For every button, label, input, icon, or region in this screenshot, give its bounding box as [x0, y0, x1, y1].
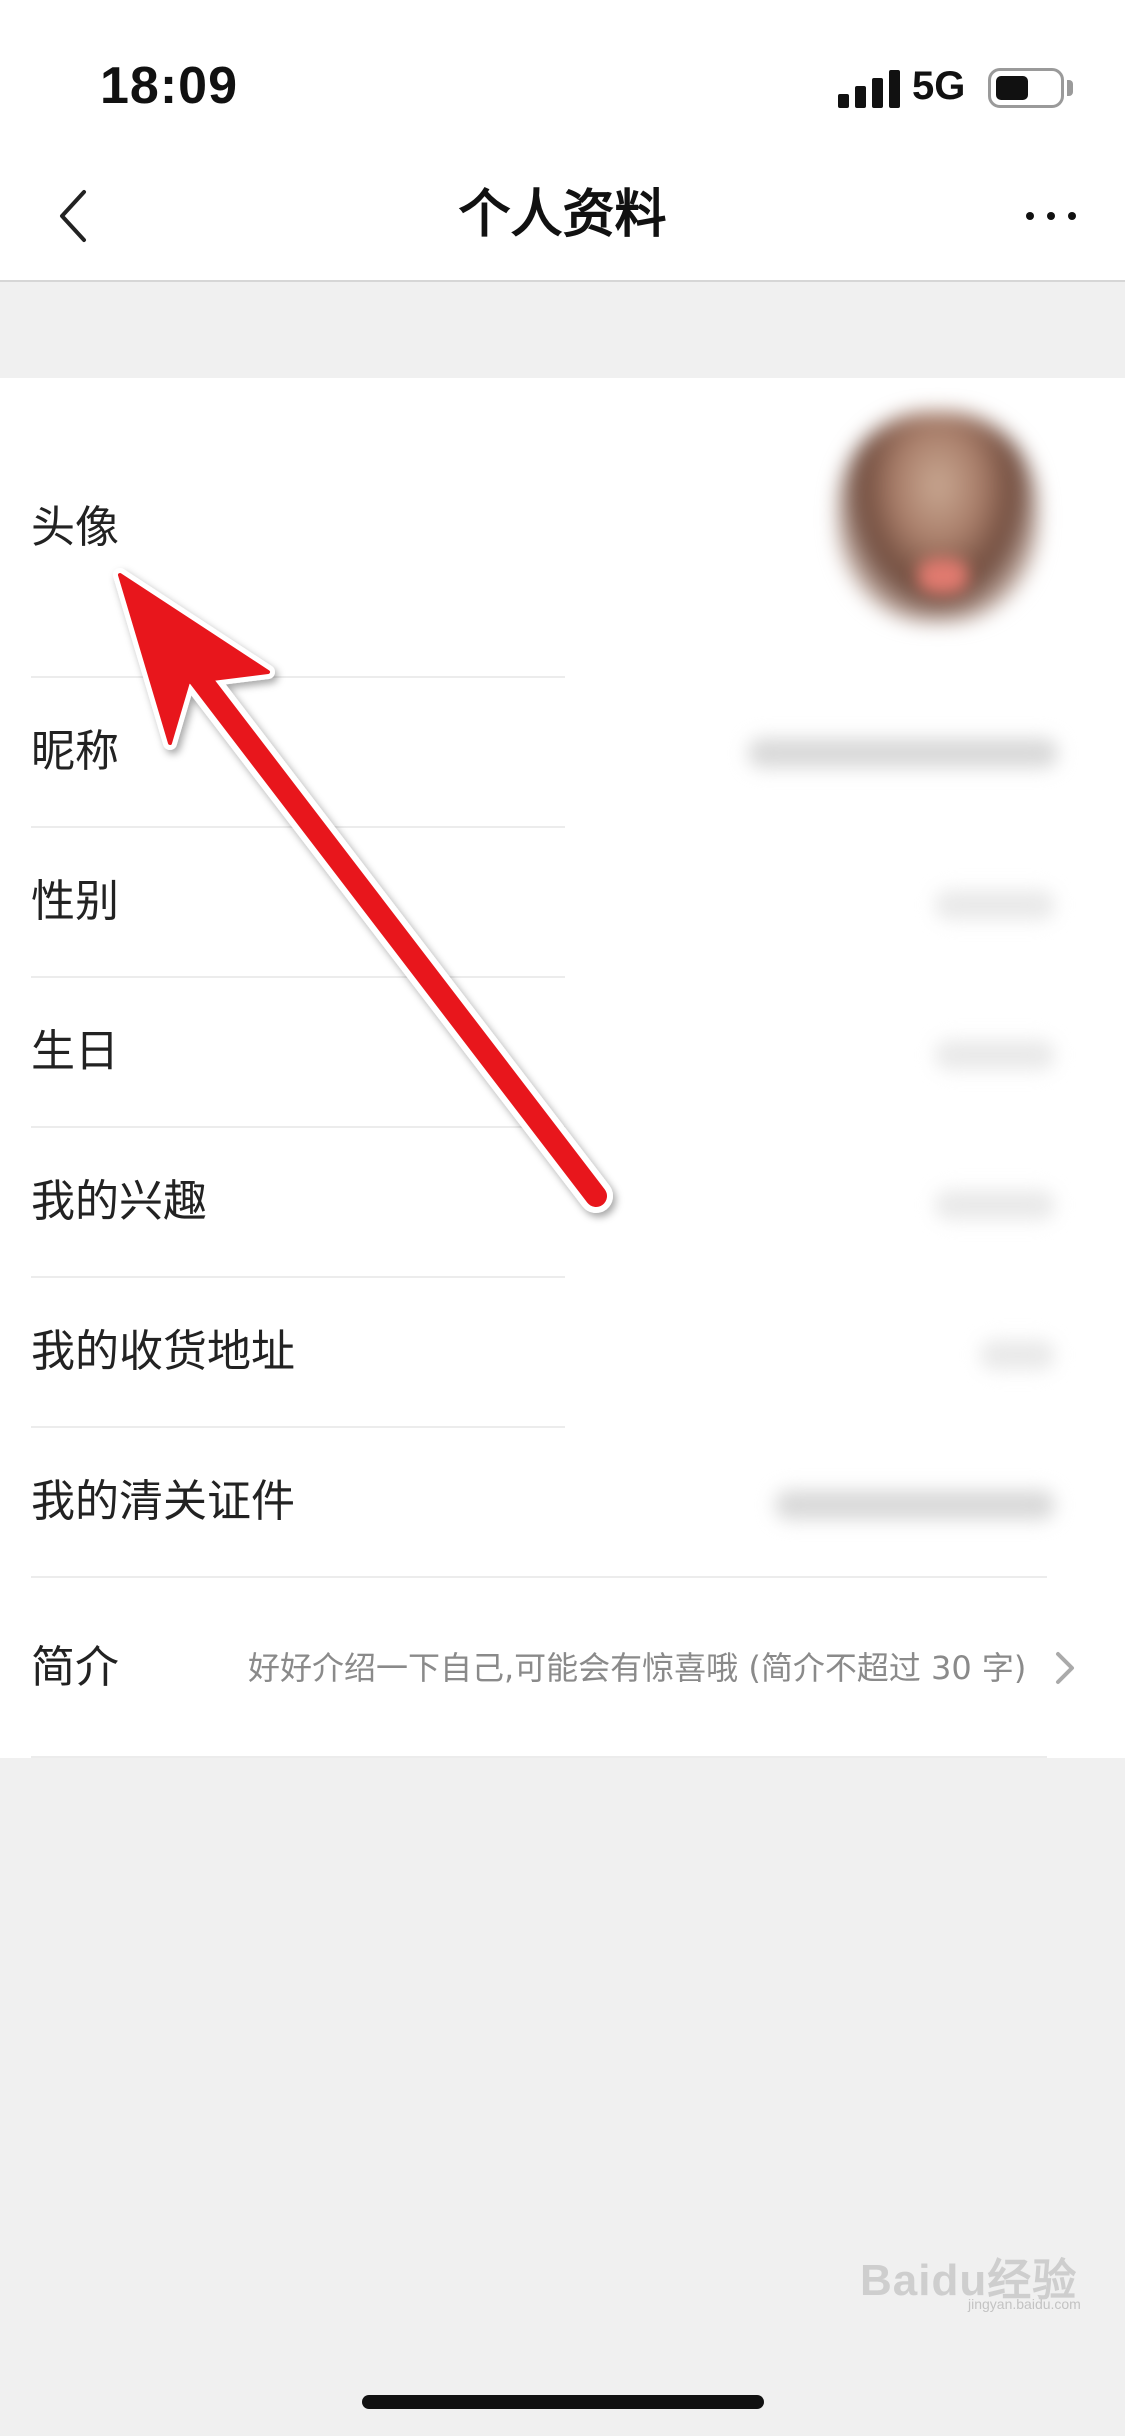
page-title: 个人资料 [458, 185, 667, 245]
interests-value [935, 1190, 1055, 1220]
row-customs-id[interactable]: 我的清关证件 [0, 1428, 1125, 1578]
battery-icon [988, 68, 1064, 108]
home-indicator[interactable] [362, 2395, 764, 2409]
more-button[interactable] [1020, 180, 1090, 250]
chevron-right-icon [1056, 1652, 1074, 1684]
row-nickname[interactable]: 昵称 [0, 678, 1125, 828]
battery-fill [996, 76, 1028, 100]
customs-id-value [775, 1490, 1055, 1520]
battery-cap [1067, 80, 1073, 96]
nickname-value [748, 738, 1058, 768]
row-label: 我的清关证件 [31, 1476, 295, 1527]
status-time: 18:09 [100, 57, 238, 115]
profile-card: 头像 昵称 性别 生日 我的兴趣 我的收货地址 我的清关证件 简介 好好介绍一下… [0, 378, 1125, 1758]
status-bar: 18:09 5G [0, 0, 1125, 150]
ellipsis-dot [1026, 212, 1034, 220]
avatar-detail [918, 558, 968, 594]
row-label: 性别 [31, 876, 119, 927]
screen: 18:09 5G 个人资料 头像 昵称 性别 生日 我的兴趣 我的收货地址 我的… [0, 0, 1125, 2436]
row-divider [31, 1756, 1047, 1758]
ellipsis-dot [1068, 212, 1076, 220]
signal-icon [838, 68, 900, 108]
row-avatar[interactable]: 头像 [0, 378, 1125, 678]
row-gender[interactable]: 性别 [0, 828, 1125, 978]
network-label: 5G [912, 64, 966, 108]
row-label: 生日 [31, 1026, 119, 1077]
row-label: 我的收货地址 [31, 1326, 295, 1377]
nav-bar: 个人资料 [0, 150, 1125, 282]
row-label: 简介 [31, 1642, 119, 1693]
ellipsis-dot [1047, 212, 1055, 220]
row-label: 我的兴趣 [31, 1176, 207, 1227]
row-birthday[interactable]: 生日 [0, 978, 1125, 1128]
gender-value [935, 890, 1055, 920]
birthday-value [935, 1040, 1055, 1070]
row-label: 头像 [31, 502, 119, 553]
address-value [980, 1340, 1055, 1370]
row-interests[interactable]: 我的兴趣 [0, 1128, 1125, 1278]
row-shipping-address[interactable]: 我的收货地址 [0, 1278, 1125, 1428]
bio-placeholder: 好好介绍一下自己,可能会有惊喜哦 (简介不超过 30 字) [248, 1649, 1027, 1687]
row-bio[interactable]: 简介 好好介绍一下自己,可能会有惊喜哦 (简介不超过 30 字) [0, 1578, 1125, 1758]
row-label: 昵称 [31, 726, 119, 777]
watermark-url: jingyan.baidu.com [968, 2296, 1081, 2312]
